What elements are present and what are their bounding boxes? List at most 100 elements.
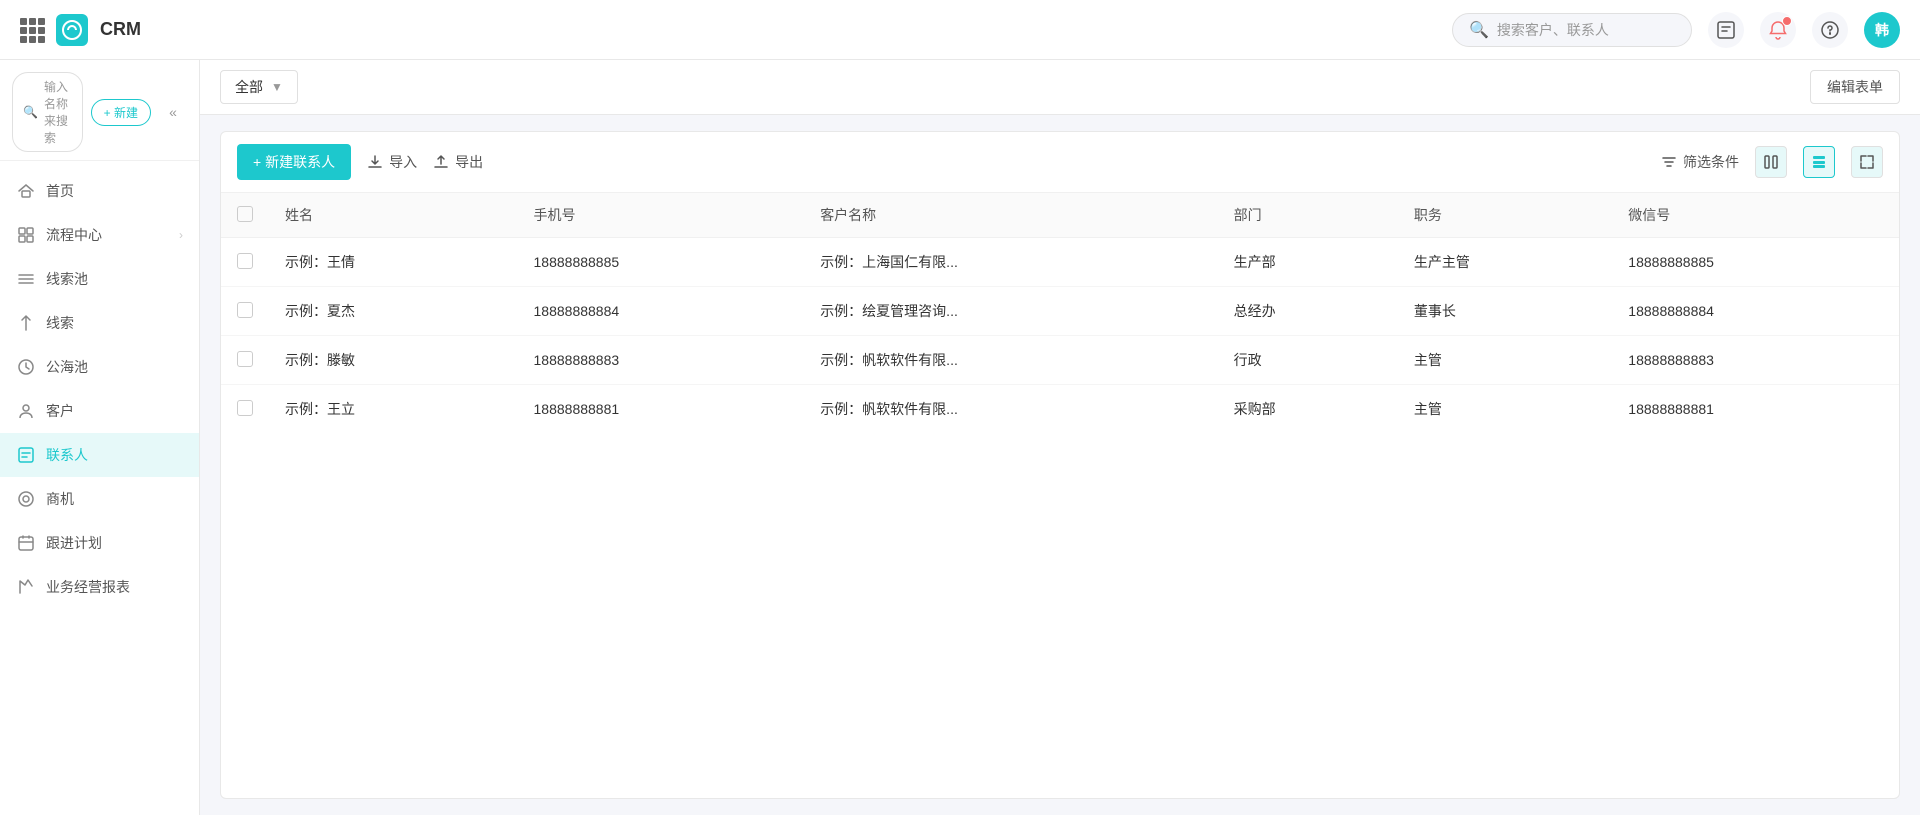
sidebar-item-public-pool[interactable]: 公海池	[0, 345, 199, 389]
cell-name: 示例：王倩	[269, 238, 518, 287]
cell-department: 总经办	[1218, 287, 1398, 336]
topbar: CRM 🔍 搜索客户、联系人 韩	[0, 0, 1920, 60]
clue-pool-icon	[16, 269, 36, 289]
import-button[interactable]: 导入	[367, 152, 417, 172]
row-checkbox[interactable]	[237, 253, 253, 269]
cell-name: 示例：王立	[269, 385, 518, 434]
new-button[interactable]: + 新建	[91, 99, 151, 126]
sidebar-item-customer[interactable]: 客户	[0, 389, 199, 433]
filter-icon	[1661, 154, 1677, 170]
sidebar-search-icon: 🔍	[23, 105, 38, 119]
sidebar-item-home[interactable]: 首页	[0, 169, 199, 213]
col-customer: 客户名称	[804, 193, 1217, 238]
collapse-button[interactable]: «	[159, 98, 187, 126]
filter-cond-label: 筛选条件	[1683, 152, 1739, 172]
header-checkbox-cell	[221, 193, 269, 238]
col-wechat: 微信号	[1612, 193, 1899, 238]
filter-condition-button[interactable]: 筛选条件	[1661, 152, 1739, 172]
sidebar-item-label: 线索池	[46, 269, 183, 289]
user-avatar[interactable]: 韩	[1864, 12, 1900, 48]
expand-button[interactable]	[1851, 146, 1883, 178]
sidebar-item-contact[interactable]: 联系人	[0, 433, 199, 477]
sidebar-search-bar: 🔍 输入名称来搜索 + 新建 «	[0, 60, 199, 161]
sidebar-item-label: 线索	[46, 313, 183, 333]
sidebar-item-report[interactable]: 业务经营报表	[0, 565, 199, 609]
sidebar-nav: 首页 流程中心 › 线索池 线索 公海池 客户 联系人 商机 跟进计划 业务经营…	[0, 161, 199, 815]
table-row[interactable]: 示例：王立 18888888881 示例：帆软软件有限... 采购部 主管 18…	[221, 385, 1899, 434]
history-button[interactable]	[1708, 12, 1744, 48]
sidebar-item-followup[interactable]: 跟进计划	[0, 521, 199, 565]
row-checkbox[interactable]	[237, 302, 253, 318]
col-position: 职务	[1398, 193, 1612, 238]
edit-table-button[interactable]: 编辑表单	[1810, 70, 1900, 104]
search-placeholder: 搜索客户、联系人	[1497, 20, 1609, 40]
header-checkbox[interactable]	[237, 206, 253, 222]
sidebar-search-placeholder: 输入名称来搜索	[44, 78, 72, 146]
contacts-table: 姓名 手机号 客户名称 部门 职务 微信号 示例：王倩 18888888885 …	[221, 193, 1899, 433]
sidebar-item-clue-pool[interactable]: 线索池	[0, 257, 199, 301]
sidebar-item-process[interactable]: 流程中心 ›	[0, 213, 199, 257]
list-view-button[interactable]	[1803, 146, 1835, 178]
cell-phone: 18888888884	[518, 287, 805, 336]
cell-name: 示例：滕敏	[269, 336, 518, 385]
col-department: 部门	[1218, 193, 1398, 238]
sidebar-item-clue[interactable]: 线索	[0, 301, 199, 345]
sidebar-search-input[interactable]: 🔍 输入名称来搜索	[12, 72, 83, 152]
export-button[interactable]: 导出	[433, 152, 483, 172]
sidebar-item-label: 商机	[46, 489, 183, 509]
row-checkbox[interactable]	[237, 351, 253, 367]
cell-wechat: 18888888885	[1612, 238, 1899, 287]
list-view-icon	[1811, 154, 1827, 170]
global-search[interactable]: 🔍 搜索客户、联系人	[1452, 13, 1692, 47]
filter-dropdown[interactable]: 全部 ▼	[220, 70, 298, 104]
sidebar-item-label: 联系人	[46, 445, 183, 465]
cell-department: 生产部	[1218, 238, 1398, 287]
header-row: 姓名 手机号 客户名称 部门 职务 微信号	[221, 193, 1899, 238]
main-container: 🔍 输入名称来搜索 + 新建 « 首页 流程中心 › 线索池 线索 公海池 客户…	[0, 60, 1920, 815]
row-checkbox[interactable]	[237, 400, 253, 416]
help-button[interactable]	[1812, 12, 1848, 48]
report-icon	[16, 577, 36, 597]
cell-department: 采购部	[1218, 385, 1398, 434]
sidebar-item-opportunity[interactable]: 商机	[0, 477, 199, 521]
customer-icon	[16, 401, 36, 421]
contact-icon	[16, 445, 36, 465]
columns-button[interactable]	[1755, 146, 1787, 178]
table-body: 示例：王倩 18888888885 示例：上海国仁有限... 生产部 生产主管 …	[221, 238, 1899, 434]
cell-phone: 18888888883	[518, 336, 805, 385]
apps-icon[interactable]	[20, 18, 44, 42]
cell-position: 董事长	[1398, 287, 1612, 336]
table-row[interactable]: 示例：夏杰 18888888884 示例：绘夏管理咨询... 总经办 董事长 1…	[221, 287, 1899, 336]
row-checkbox-cell	[221, 336, 269, 385]
sidebar-item-label: 公海池	[46, 357, 183, 377]
home-icon	[16, 181, 36, 201]
sidebar: 🔍 输入名称来搜索 + 新建 « 首页 流程中心 › 线索池 线索 公海池 客户…	[0, 60, 200, 815]
clue-icon	[16, 313, 36, 333]
cell-phone: 18888888885	[518, 238, 805, 287]
cell-position: 主管	[1398, 336, 1612, 385]
table-row[interactable]: 示例：王倩 18888888885 示例：上海国仁有限... 生产部 生产主管 …	[221, 238, 1899, 287]
cell-position: 主管	[1398, 385, 1612, 434]
notification-button[interactable]	[1760, 12, 1796, 48]
public-pool-icon	[16, 357, 36, 377]
table-area: + 新建联系人 导入 导出	[220, 131, 1900, 799]
sidebar-item-label: 业务经营报表	[46, 577, 183, 597]
columns-icon	[1763, 154, 1779, 170]
create-contact-button[interactable]: + 新建联系人	[237, 144, 351, 180]
table-row[interactable]: 示例：滕敏 18888888883 示例：帆软软件有限... 行政 主管 188…	[221, 336, 1899, 385]
cell-position: 生产主管	[1398, 238, 1612, 287]
sidebar-item-label: 流程中心	[46, 225, 169, 245]
table-action-right: 筛选条件	[1661, 146, 1883, 178]
content-area: 全部 ▼ 编辑表单 + 新建联系人 导入	[200, 60, 1920, 815]
row-checkbox-cell	[221, 287, 269, 336]
cell-phone: 18888888881	[518, 385, 805, 434]
search-icon: 🔍	[1469, 20, 1489, 40]
cell-name: 示例：夏杰	[269, 287, 518, 336]
followup-icon	[16, 533, 36, 553]
cell-customer: 示例：帆软软件有限...	[804, 385, 1217, 434]
cell-customer: 示例：帆软软件有限...	[804, 336, 1217, 385]
cell-wechat: 18888888884	[1612, 287, 1899, 336]
col-name: 姓名	[269, 193, 518, 238]
app-title: CRM	[100, 19, 141, 40]
cell-wechat: 18888888883	[1612, 336, 1899, 385]
